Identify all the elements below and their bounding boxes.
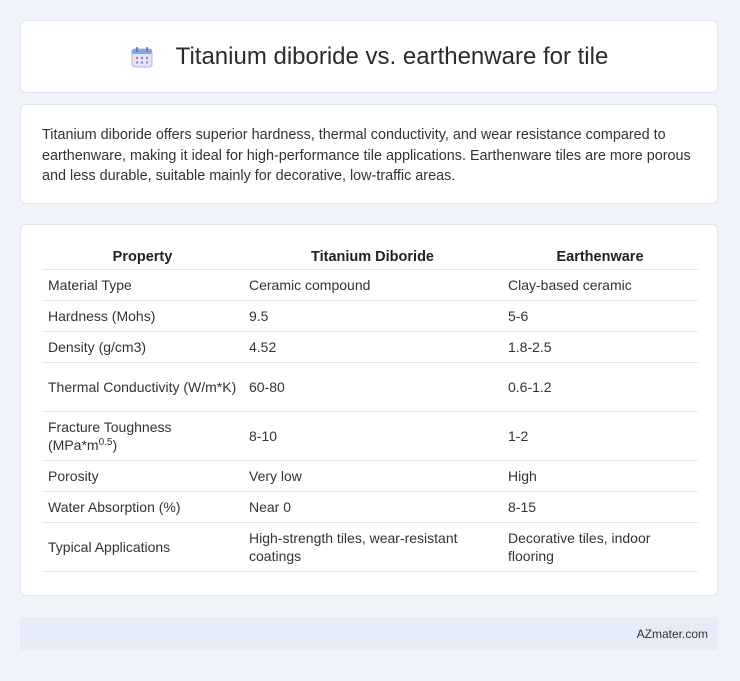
- column-header-property: Property: [42, 245, 243, 270]
- titanium-diboride-cell: 60-80: [243, 362, 502, 412]
- property-cell: Material Type: [42, 269, 243, 301]
- property-cell: Density (g/cm3): [42, 331, 243, 363]
- column-header-earthenware: Earthenware: [502, 245, 698, 270]
- titanium-diboride-cell: Near 0: [243, 491, 502, 523]
- titanium-diboride-cell: Ceramic compound: [243, 269, 502, 301]
- titanium-diboride-cell: 8-10: [243, 411, 502, 461]
- comparison-card: Property Titanium Diboride Earthenware M…: [20, 224, 718, 596]
- property-cell: Thermal Conductivity (W/m*K): [42, 362, 243, 412]
- earthenware-cell: 0.6-1.2: [502, 362, 698, 412]
- property-cell: Water Absorption (%): [42, 491, 243, 523]
- property-cell: Typical Applications: [42, 522, 243, 572]
- calendar-icon: [130, 45, 154, 69]
- page-title: Titanium diboride vs. earthenware for ti…: [175, 42, 609, 70]
- property-cell: Porosity: [42, 460, 243, 492]
- table-row: Thermal Conductivity (W/m*K) 60-80 0.6-1…: [42, 362, 698, 412]
- titanium-diboride-cell: 4.52: [243, 331, 502, 363]
- title-card: Titanium diboride vs. earthenware for ti…: [20, 20, 718, 93]
- intro-paragraph: Titanium diboride offers superior hardne…: [42, 127, 691, 184]
- earthenware-cell: 1-2: [502, 411, 698, 461]
- table-header-row: Property Titanium Diboride Earthenware: [42, 245, 698, 270]
- closing-paren: ): [112, 437, 118, 453]
- table-row: Material Type Ceramic compound Clay-base…: [42, 269, 698, 301]
- footer-bar: AZmater.com: [20, 617, 718, 650]
- table-row: Typical Applications High-strength tiles…: [42, 522, 698, 572]
- earthenware-cell: High: [502, 460, 698, 492]
- earthenware-cell: 1.8-2.5: [502, 331, 698, 363]
- intro-card: Titanium diboride offers superior hardne…: [20, 104, 718, 204]
- title-row: Titanium diboride vs. earthenware for ti…: [130, 42, 609, 71]
- table-row: Water Absorption (%) Near 0 8-15: [42, 491, 698, 523]
- earthenware-cell: Decorative tiles, indoor flooring: [502, 522, 698, 572]
- footer-site-link[interactable]: AZmater.com: [637, 627, 708, 641]
- titanium-diboride-cell: Very low: [243, 460, 502, 492]
- property-cell: Hardness (Mohs): [42, 300, 243, 332]
- earthenware-cell: Clay-based ceramic: [502, 269, 698, 301]
- exponent: 0.5: [98, 437, 113, 448]
- table-row: Fracture Toughness (MPa*m0.5) 8-10 1-2: [42, 411, 698, 461]
- earthenware-cell: 5-6: [502, 300, 698, 332]
- property-cell: Fracture Toughness (MPa*m0.5): [42, 411, 243, 461]
- column-header-titanium-diboride: Titanium Diboride: [243, 245, 502, 270]
- titanium-diboride-cell: High-strength tiles, wear-resistant coat…: [243, 522, 502, 572]
- comparison-table: Property Titanium Diboride Earthenware M…: [42, 245, 698, 572]
- table-row: Porosity Very low High: [42, 460, 698, 492]
- table-row: Density (g/cm3) 4.52 1.8-2.5: [42, 331, 698, 363]
- table-row: Hardness (Mohs) 9.5 5-6: [42, 300, 698, 332]
- earthenware-cell: 8-15: [502, 491, 698, 523]
- titanium-diboride-cell: 9.5: [243, 300, 502, 332]
